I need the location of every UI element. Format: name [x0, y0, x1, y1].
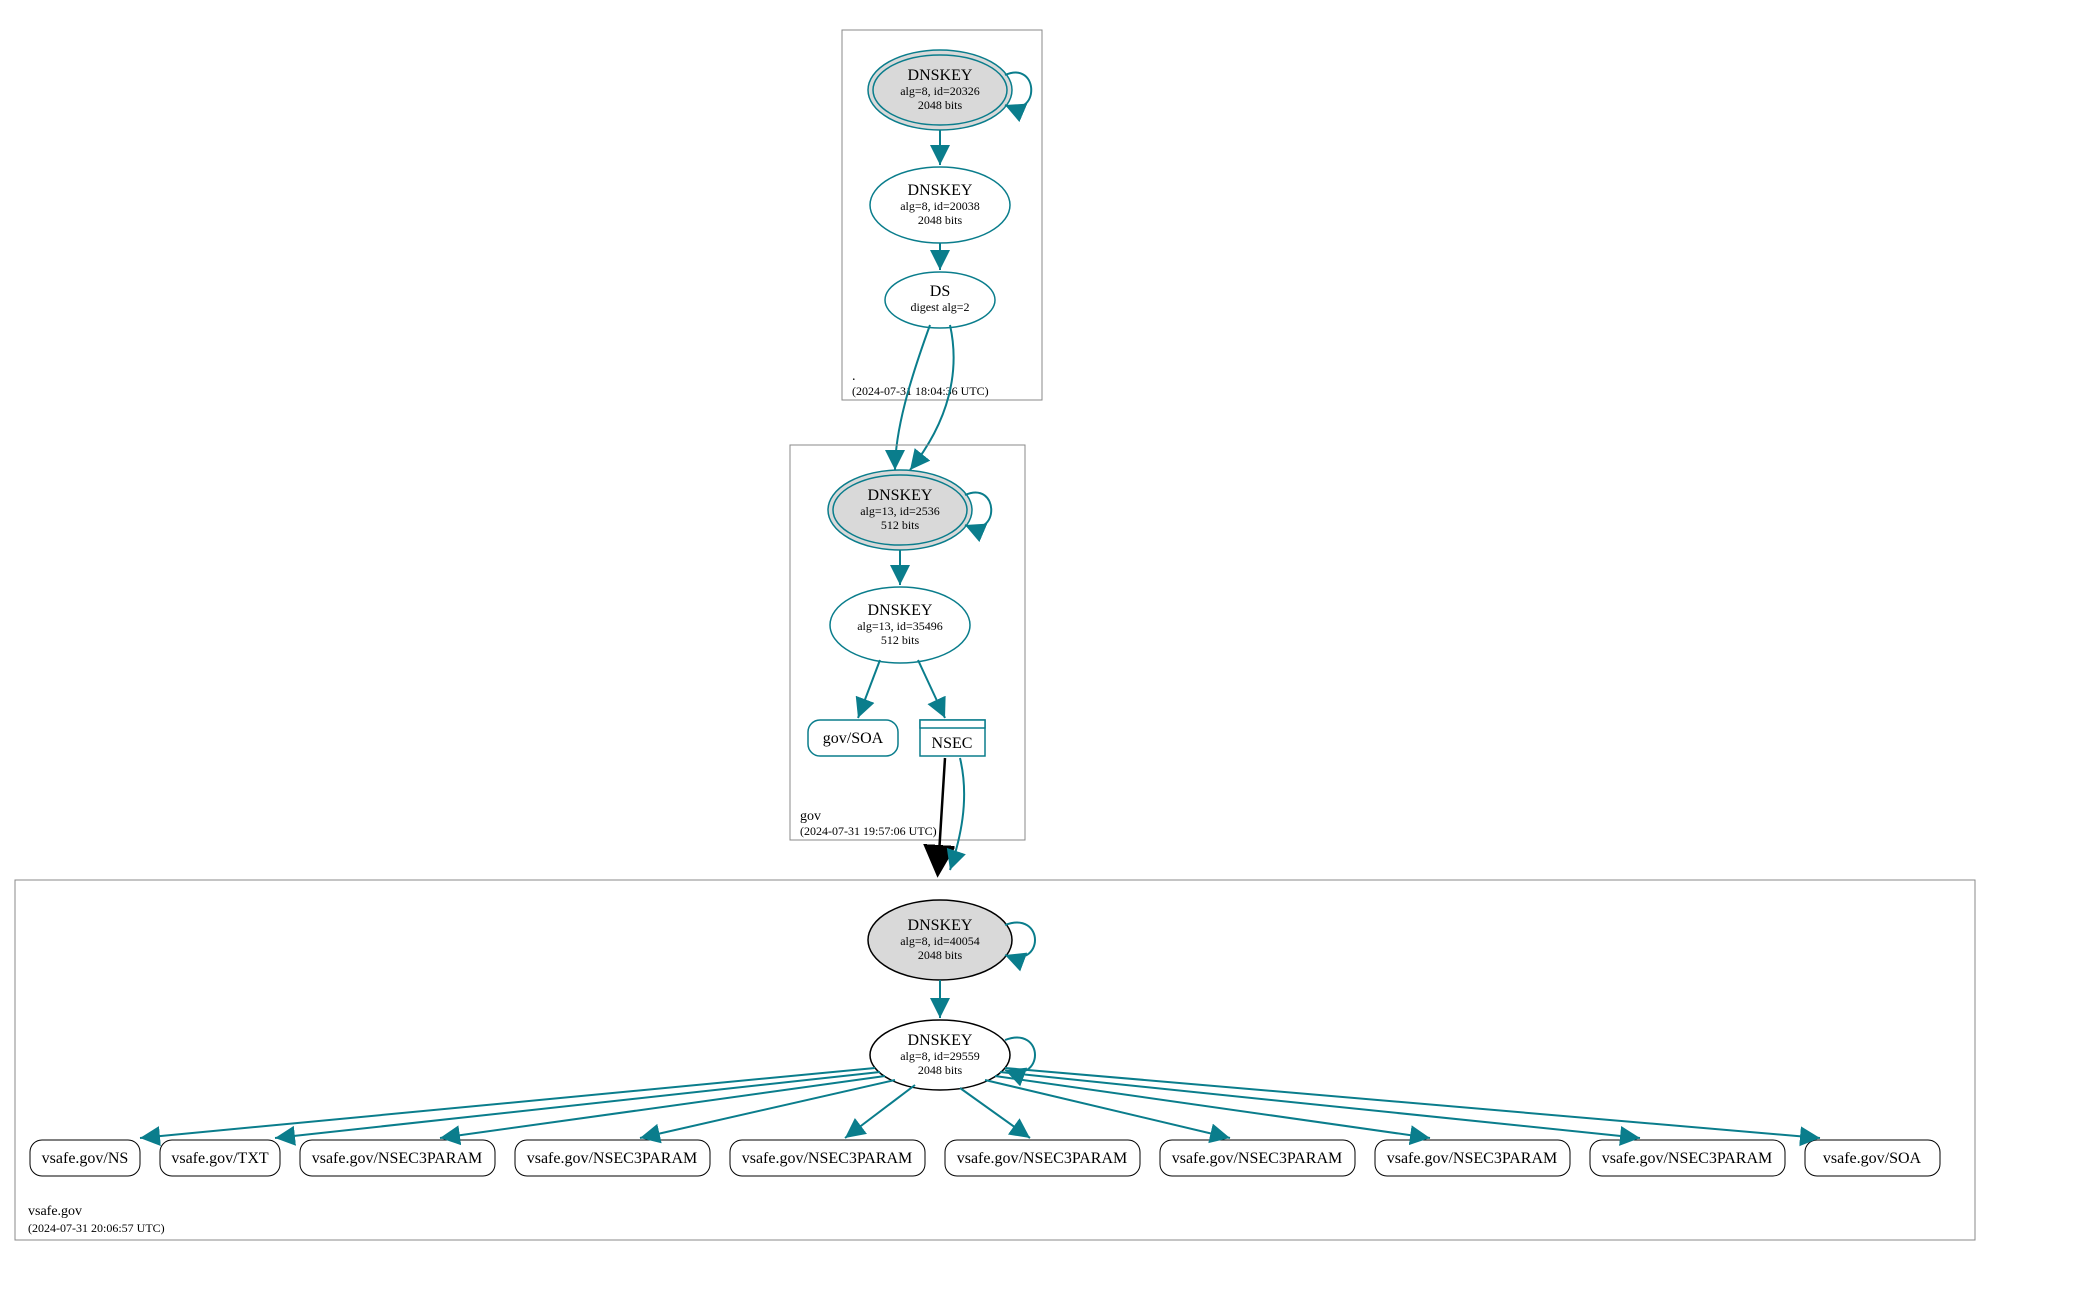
gov-soa: gov/SOA	[808, 720, 898, 756]
vsafe-zsk-alg: alg=8, id=29559	[900, 1049, 980, 1063]
vsafe-record-7-label: vsafe.gov/NSEC3PARAM	[1387, 1150, 1558, 1167]
root-zsk: DNSKEY alg=8, id=20038 2048 bits	[870, 167, 1010, 243]
root-ksk: DNSKEY alg=8, id=20326 2048 bits	[868, 50, 1012, 130]
vsafe-record-2-label: vsafe.gov/NSEC3PARAM	[312, 1150, 483, 1167]
vsafe-record-7: vsafe.gov/NSEC3PARAM	[1375, 1140, 1570, 1176]
edge-vsafe-zsk-r6	[985, 1080, 1230, 1138]
vsafe-record-0-label: vsafe.gov/NS	[42, 1150, 129, 1167]
zone-vsafe-timestamp: (2024-07-31 20:06:57 UTC)	[28, 1221, 165, 1235]
zone-gov-timestamp: (2024-07-31 19:57:06 UTC)	[800, 824, 937, 838]
edge-gov-zsk-soa	[858, 660, 880, 718]
zone-vsafe: vsafe.gov (2024-07-31 20:06:57 UTC) DNSK…	[15, 880, 1975, 1240]
zone-root-timestamp: (2024-07-31 18:04:36 UTC)	[852, 384, 989, 398]
zone-gov-name: gov	[800, 809, 821, 824]
vsafe-record-6: vsafe.gov/NSEC3PARAM	[1160, 1140, 1355, 1176]
edge-vsafe-zsk-r0	[140, 1068, 875, 1138]
vsafe-zsk-bits: 2048 bits	[918, 1063, 963, 1077]
gov-nsec: NSEC	[920, 720, 985, 756]
vsafe-record-5: vsafe.gov/NSEC3PARAM	[945, 1140, 1140, 1176]
root-ds-alg: digest alg=2	[910, 300, 969, 314]
vsafe-record-8: vsafe.gov/NSEC3PARAM	[1590, 1140, 1785, 1176]
vsafe-record-0: vsafe.gov/NS	[30, 1140, 140, 1176]
root-ds-title: DS	[930, 283, 950, 300]
edge-nsec-to-vsafe-teal	[950, 758, 964, 870]
edge-vsafe-zsk-r5	[960, 1088, 1030, 1138]
zone-root-name: .	[852, 369, 856, 384]
root-zsk-bits: 2048 bits	[918, 213, 963, 227]
vsafe-record-1-label: vsafe.gov/TXT	[171, 1150, 269, 1167]
vsafe-record-4-label: vsafe.gov/NSEC3PARAM	[742, 1150, 913, 1167]
gov-ksk-title: DNSKEY	[868, 487, 933, 504]
gov-ksk: DNSKEY alg=13, id=2536 512 bits	[828, 470, 972, 550]
vsafe-ksk-alg: alg=8, id=40054	[900, 934, 980, 948]
vsafe-ksk-bits: 2048 bits	[918, 948, 963, 962]
gov-soa-label: gov/SOA	[823, 730, 884, 747]
vsafe-zsk-title: DNSKEY	[908, 1032, 973, 1049]
zone-root: . (2024-07-31 18:04:36 UTC) DNSKEY alg=8…	[842, 30, 1042, 400]
edge-vsafe-zsk-r8	[1000, 1072, 1640, 1138]
edge-gov-zsk-nsec	[918, 660, 945, 718]
vsafe-record-3-label: vsafe.gov/NSEC3PARAM	[527, 1150, 698, 1167]
gov-nsec-label: NSEC	[932, 735, 973, 752]
zone-gov: gov (2024-07-31 19:57:06 UTC) DNSKEY alg…	[790, 445, 1025, 840]
edge-nsec-to-vsafe-black	[938, 758, 945, 870]
edge-vsafe-zsk-r9	[1005, 1068, 1820, 1138]
root-ds: DS digest alg=2	[885, 272, 995, 328]
root-zsk-title: DNSKEY	[908, 182, 973, 199]
vsafe-record-5-label: vsafe.gov/NSEC3PARAM	[957, 1150, 1128, 1167]
gov-ksk-bits: 512 bits	[881, 518, 920, 532]
edge-vsafe-zsk-r4	[845, 1085, 915, 1138]
vsafe-record-9: vsafe.gov/SOA	[1805, 1140, 1940, 1176]
gov-zsk: DNSKEY alg=13, id=35496 512 bits	[830, 587, 970, 663]
vsafe-ksk-title: DNSKEY	[908, 917, 973, 934]
vsafe-record-8-label: vsafe.gov/NSEC3PARAM	[1602, 1150, 1773, 1167]
gov-zsk-alg: alg=13, id=35496	[857, 619, 943, 633]
edge-vsafe-zsk-r2	[440, 1076, 885, 1138]
vsafe-record-4: vsafe.gov/NSEC3PARAM	[730, 1140, 925, 1176]
vsafe-zsk: DNSKEY alg=8, id=29559 2048 bits	[870, 1020, 1010, 1090]
root-ksk-title: DNSKEY	[908, 67, 973, 84]
root-zsk-alg: alg=8, id=20038	[900, 199, 980, 213]
vsafe-record-3: vsafe.gov/NSEC3PARAM	[515, 1140, 710, 1176]
vsafe-record-6-label: vsafe.gov/NSEC3PARAM	[1172, 1150, 1343, 1167]
gov-zsk-title: DNSKEY	[868, 602, 933, 619]
zone-vsafe-name: vsafe.gov	[28, 1204, 82, 1219]
vsafe-record-1: vsafe.gov/TXT	[160, 1140, 280, 1176]
root-ksk-bits: 2048 bits	[918, 98, 963, 112]
gov-zsk-bits: 512 bits	[881, 633, 920, 647]
vsafe-record-9-label: vsafe.gov/SOA	[1823, 1150, 1922, 1167]
root-ksk-alg: alg=8, id=20326	[900, 84, 980, 98]
vsafe-record-2: vsafe.gov/NSEC3PARAM	[300, 1140, 495, 1176]
vsafe-ksk: DNSKEY alg=8, id=40054 2048 bits	[868, 900, 1012, 980]
gov-ksk-alg: alg=13, id=2536	[860, 504, 940, 518]
